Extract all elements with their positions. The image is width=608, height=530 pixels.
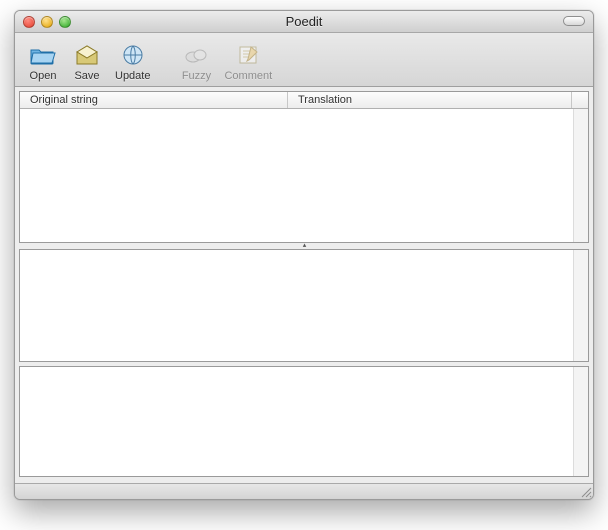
save-button[interactable]: Save [65, 39, 109, 84]
strings-list[interactable]: Original string Translation [19, 91, 589, 243]
column-scroll-corner [572, 92, 588, 108]
toolbar: Open Save U [15, 33, 593, 87]
fuzzy-cloud-icon [180, 41, 212, 69]
status-bar [15, 483, 593, 499]
comment-label: Comment [224, 70, 272, 82]
comment-button[interactable]: Comment [218, 39, 278, 84]
toolbar-pill-button[interactable] [563, 16, 585, 26]
open-folder-icon [27, 41, 59, 69]
fuzzy-button[interactable]: Fuzzy [174, 39, 218, 84]
translation-text-pane [19, 366, 589, 477]
column-translation[interactable]: Translation [288, 92, 572, 108]
list-rows[interactable] [20, 109, 573, 242]
list-header: Original string Translation [20, 92, 588, 109]
source-text [20, 250, 573, 361]
window-controls [15, 16, 71, 28]
column-original[interactable]: Original string [20, 92, 288, 108]
content-area: Original string Translation ▴ [15, 87, 593, 483]
translation-vertical-scrollbar[interactable] [573, 367, 588, 476]
save-icon [71, 41, 103, 69]
source-vertical-scrollbar[interactable] [573, 250, 588, 361]
update-globe-icon [117, 41, 149, 69]
fuzzy-label: Fuzzy [182, 70, 211, 82]
app-window: Poedit Open [14, 10, 594, 500]
update-button[interactable]: Update [109, 39, 156, 84]
minimize-window-button[interactable] [41, 16, 53, 28]
translation-text-input[interactable] [20, 367, 573, 476]
window-resize-grip[interactable] [579, 485, 592, 498]
open-button[interactable]: Open [21, 39, 65, 84]
comment-note-icon [232, 41, 264, 69]
save-label: Save [74, 70, 99, 82]
open-label: Open [30, 70, 57, 82]
close-window-button[interactable] [23, 16, 35, 28]
update-label: Update [115, 70, 150, 82]
zoom-window-button[interactable] [59, 16, 71, 28]
titlebar: Poedit [15, 11, 593, 33]
source-text-pane [19, 249, 589, 362]
list-vertical-scrollbar[interactable] [573, 109, 588, 242]
window-title: Poedit [15, 14, 593, 29]
